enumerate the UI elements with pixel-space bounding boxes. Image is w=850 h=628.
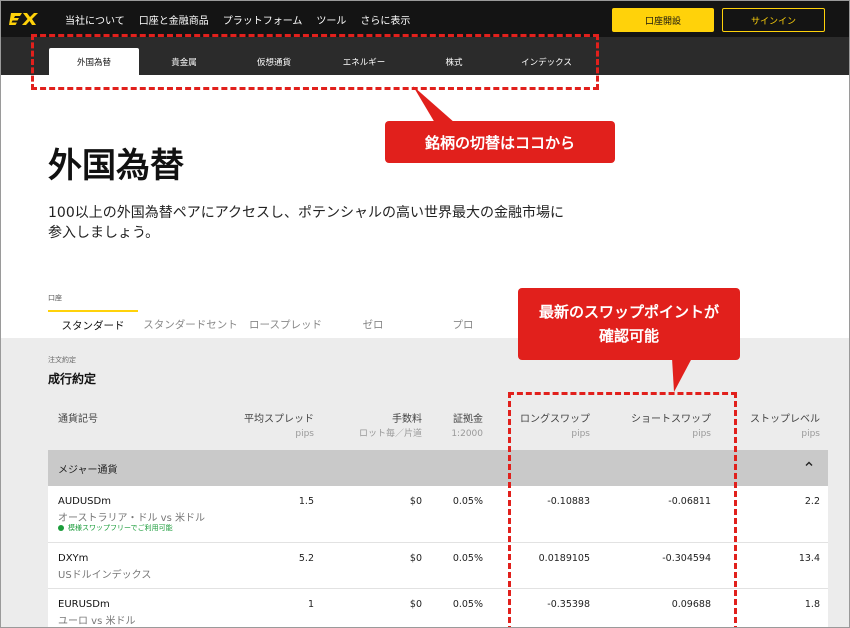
- annotation-callout-tabs: 銘柄の切替はココから: [385, 121, 615, 163]
- row-symbol: DXYm: [58, 553, 89, 564]
- callout1-pointer: [413, 86, 455, 123]
- nav-tools[interactable]: ツール: [316, 12, 346, 27]
- section-label: メジャー通貨: [58, 465, 118, 476]
- row-name: USドルインデックス: [58, 570, 152, 581]
- tab-pro[interactable]: プロ: [418, 310, 508, 338]
- row-stop-level: 13.4: [798, 553, 820, 564]
- row-name: ユーロ vs 米ドル: [58, 616, 136, 627]
- annotation-callout-swap: 最新のスワップポイントが 確認可能: [518, 288, 740, 360]
- row-spread: 5.2: [298, 553, 314, 564]
- tab-standard-cent[interactable]: スタンダードセント: [138, 310, 243, 338]
- sign-in-button[interactable]: サインイン: [722, 8, 825, 32]
- nav-accounts-products[interactable]: 口座と金融商品: [139, 12, 209, 27]
- top-navbar: 当社について 口座と金融商品 プラットフォーム ツール さらに表示 口座開設 サ…: [1, 1, 849, 37]
- page-description: 100以上の外国為替ペアにアクセスし、ポテンシャルの高い世界最大の金融市場に参入…: [48, 205, 565, 241]
- account-label: 口座: [48, 294, 62, 302]
- nav-more[interactable]: さらに表示: [360, 12, 410, 27]
- header-stop-level: ストップレベル pips: [750, 414, 820, 439]
- open-account-button[interactable]: 口座開設: [612, 8, 714, 32]
- nav-about[interactable]: 当社について: [65, 12, 125, 27]
- row-name: オーストラリア・ドル vs 米ドル: [58, 513, 205, 524]
- row-stop-level: 1.8: [804, 599, 820, 610]
- header-margin: 証拠金 1:2000: [451, 414, 483, 439]
- execution-label: 注文約定: [48, 356, 76, 364]
- tab-zero[interactable]: ゼロ: [328, 310, 418, 338]
- row-commission: $0: [409, 553, 422, 564]
- swap-free-note: 模様スワップフリーでご利用可能: [58, 523, 173, 533]
- row-stop-level: 2.2: [804, 496, 820, 507]
- tab-standard[interactable]: スタンダード: [48, 310, 138, 338]
- header-symbol: 通貨記号: [58, 414, 98, 425]
- chevron-up-icon[interactable]: [804, 459, 814, 472]
- annotation-tabs-highlight: [31, 34, 599, 90]
- row-spread: 1.5: [298, 496, 314, 507]
- tab-raw-spread[interactable]: ロースプレッド: [243, 310, 328, 338]
- row-spread: 1: [307, 599, 314, 610]
- header-commission: 手数料 ロット毎／片道: [358, 414, 422, 439]
- nav-platforms[interactable]: プラットフォーム: [223, 12, 303, 27]
- status-dot-icon: [58, 525, 64, 531]
- page-title: 外国為替: [48, 146, 184, 186]
- top-nav-menu: 当社について 口座と金融商品 プラットフォーム ツール さらに表示: [65, 1, 410, 37]
- row-commission: $0: [409, 496, 422, 507]
- execution-type: 成行約定: [48, 372, 97, 386]
- row-margin: 0.05%: [452, 599, 483, 610]
- row-margin: 0.05%: [452, 553, 483, 564]
- annotation-swap-highlight: [508, 392, 737, 628]
- header-spread: 平均スプレッド pips: [244, 414, 314, 439]
- row-symbol: AUDUSDm: [58, 496, 111, 507]
- row-commission: $0: [409, 599, 422, 610]
- row-margin: 0.05%: [452, 496, 483, 507]
- exness-logo-icon[interactable]: [9, 10, 39, 28]
- row-symbol: EURUSDm: [58, 599, 110, 610]
